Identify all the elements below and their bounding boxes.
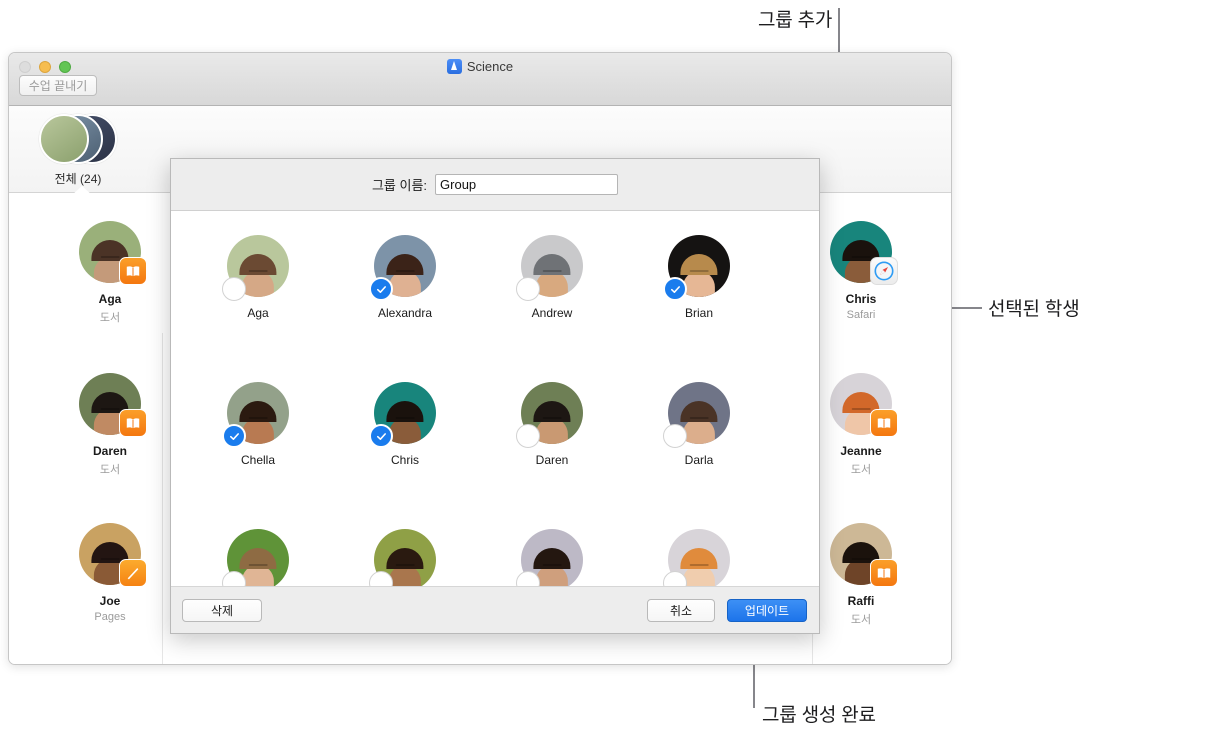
picker-student-name: Chris — [390, 453, 419, 467]
group-all-students[interactable]: 전체 (24) — [33, 114, 123, 187]
picker-avatar — [663, 382, 730, 448]
selection-check-off[interactable] — [516, 277, 540, 301]
picker-avatar — [663, 529, 730, 586]
selected-group-indicator — [72, 186, 92, 195]
dialog-student-picker[interactable]: Aga Alexandra Andrew Brian Chella Chris Daren D… — [171, 211, 819, 586]
picker-student-tile[interactable]: Alexandra — [331, 235, 479, 320]
student-avatar — [830, 373, 898, 437]
picker-avatar — [222, 235, 289, 301]
group-avatar-stack — [39, 114, 117, 164]
student-app: 도서 — [99, 312, 121, 324]
group-label: 전체 (24) — [54, 172, 102, 186]
update-button[interactable]: 업데이트 — [727, 599, 807, 622]
selection-check-on[interactable] — [369, 277, 393, 301]
books-icon — [870, 409, 898, 437]
picker-student-name: Darla — [684, 453, 714, 467]
create-group-dialog: 그룹 이름: Aga Alexandra Andrew Brian Chella Chri… — [170, 158, 820, 634]
picker-student-tile[interactable] — [184, 529, 332, 586]
student-name: Aga — [98, 292, 122, 306]
student-avatar — [79, 523, 147, 587]
classroom-app-icon — [446, 59, 462, 74]
picker-student-tile[interactable] — [625, 529, 773, 586]
picker-student-name: Aga — [247, 306, 269, 320]
window-titlebar: Science 수업 끝내기 학 — [9, 53, 951, 149]
selection-check-on[interactable] — [222, 424, 246, 448]
callout-group-done: 그룹 생성 완료 — [762, 705, 876, 726]
picker-avatar — [369, 235, 436, 301]
picker-student-name: Daren — [535, 453, 569, 467]
picker-avatar — [222, 382, 289, 448]
picker-student-name: Andrew — [531, 306, 573, 320]
student-name: Daren — [92, 444, 127, 458]
picker-student-name: Chella — [240, 453, 276, 467]
picker-student-tile[interactable]: Darla — [625, 382, 773, 467]
student-tile[interactable]: Aga 도서 — [45, 221, 175, 325]
dialog-header: 그룹 이름: — [171, 159, 819, 211]
picker-student-tile[interactable] — [331, 529, 479, 586]
picker-student-tile[interactable]: Daren — [478, 382, 626, 467]
group-name-label: 그룹 이름: — [371, 178, 428, 193]
picker-student-name: Brian — [684, 306, 713, 320]
picker-student-tile[interactable]: Chris — [331, 382, 479, 467]
window-title-text: Science — [466, 59, 514, 74]
avatar — [39, 114, 89, 164]
pages-icon — [119, 559, 147, 587]
student-avatar — [830, 523, 898, 587]
selection-check-off[interactable] — [663, 424, 687, 448]
books-icon — [119, 257, 147, 285]
picker-student-tile[interactable]: Andrew — [478, 235, 626, 320]
books-icon — [119, 409, 147, 437]
delete-group-button[interactable]: 삭제 — [182, 599, 262, 622]
books-icon — [870, 559, 898, 587]
picker-avatar — [369, 382, 436, 448]
end-class-button[interactable]: 수업 끝내기 — [19, 75, 97, 96]
selection-check-off[interactable] — [222, 277, 246, 301]
window-title: Science — [9, 59, 951, 74]
selection-check-on[interactable] — [369, 424, 393, 448]
student-app: 도서 — [99, 464, 121, 476]
group-name-input[interactable] — [435, 174, 619, 195]
picker-avatar — [516, 235, 583, 301]
picker-student-name: Alexandra — [377, 306, 433, 320]
dialog-footer: 삭제 취소 업데이트 — [171, 586, 819, 633]
safari-icon — [870, 257, 898, 285]
student-avatar — [830, 221, 898, 285]
selection-check-off[interactable] — [516, 424, 540, 448]
callout-selected-student: 선택된 학생 — [988, 299, 1080, 320]
student-avatar — [79, 221, 147, 285]
student-tile[interactable]: Daren 도서 — [45, 373, 175, 477]
picker-avatar — [516, 529, 583, 586]
callout-add-group: 그룹 추가 — [758, 10, 833, 31]
picker-avatar — [369, 529, 436, 586]
picker-student-tile[interactable]: Brian — [625, 235, 773, 320]
picker-student-tile[interactable] — [478, 529, 626, 586]
student-avatar — [79, 373, 147, 437]
picker-student-tile[interactable]: Chella — [184, 382, 332, 467]
student-app: Pages — [94, 611, 126, 623]
picker-student-tile[interactable]: Aga — [184, 235, 332, 320]
classroom-window: Science 수업 끝내기 학 — [8, 52, 952, 665]
picker-avatar — [663, 235, 730, 301]
selection-check-on[interactable] — [663, 277, 687, 301]
cancel-button[interactable]: 취소 — [647, 599, 715, 622]
picker-avatar — [222, 529, 289, 586]
picker-avatar — [516, 382, 583, 448]
student-tile[interactable]: Joe Pages — [45, 523, 175, 623]
student-name: Joe — [99, 594, 121, 608]
